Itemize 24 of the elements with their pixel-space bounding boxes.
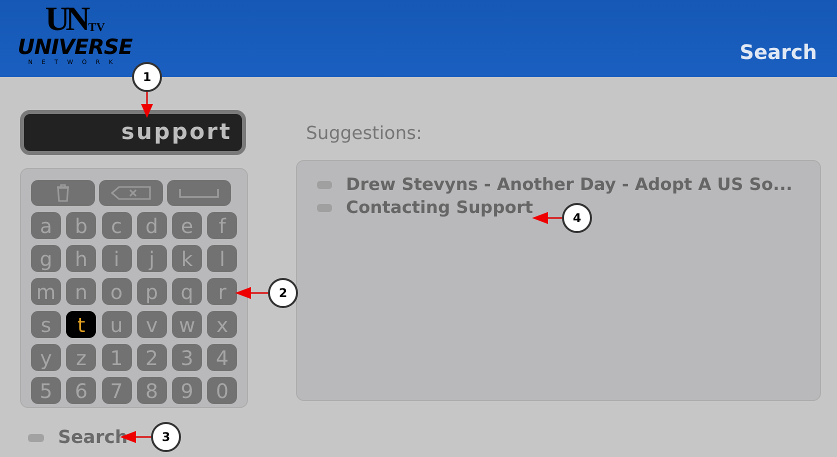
backspace-icon: [111, 186, 151, 200]
search-field[interactable]: support: [20, 110, 246, 155]
callout-arrow: [532, 212, 563, 224]
callout-number: 3: [151, 422, 181, 452]
trash-icon: [56, 184, 70, 202]
logo-tv: TV: [88, 21, 105, 33]
callout-arrow: [141, 91, 153, 118]
keyboard-key[interactable]: t: [66, 311, 96, 338]
bullet-icon: [28, 434, 44, 442]
suggestion-item[interactable]: Contacting Support: [317, 197, 533, 219]
trash-key[interactable]: [31, 180, 95, 206]
logo-name: UNIVERSE: [18, 37, 132, 58]
bullet-icon: [317, 181, 332, 189]
callout-number: 2: [268, 278, 298, 308]
backspace-key[interactable]: [99, 180, 163, 206]
space-key[interactable]: [167, 180, 231, 206]
callout-arrow: [235, 287, 269, 299]
page-title: Search: [740, 39, 817, 66]
callout-number: 1: [132, 62, 162, 92]
space-icon: [179, 188, 219, 198]
suggestions-label: Suggestions:: [306, 122, 424, 146]
logo-mark: UN: [45, 3, 86, 37]
bullet-icon: [317, 204, 332, 212]
suggestion-item[interactable]: Drew Stevyns - Another Day - Adopt A US So...: [317, 174, 792, 196]
